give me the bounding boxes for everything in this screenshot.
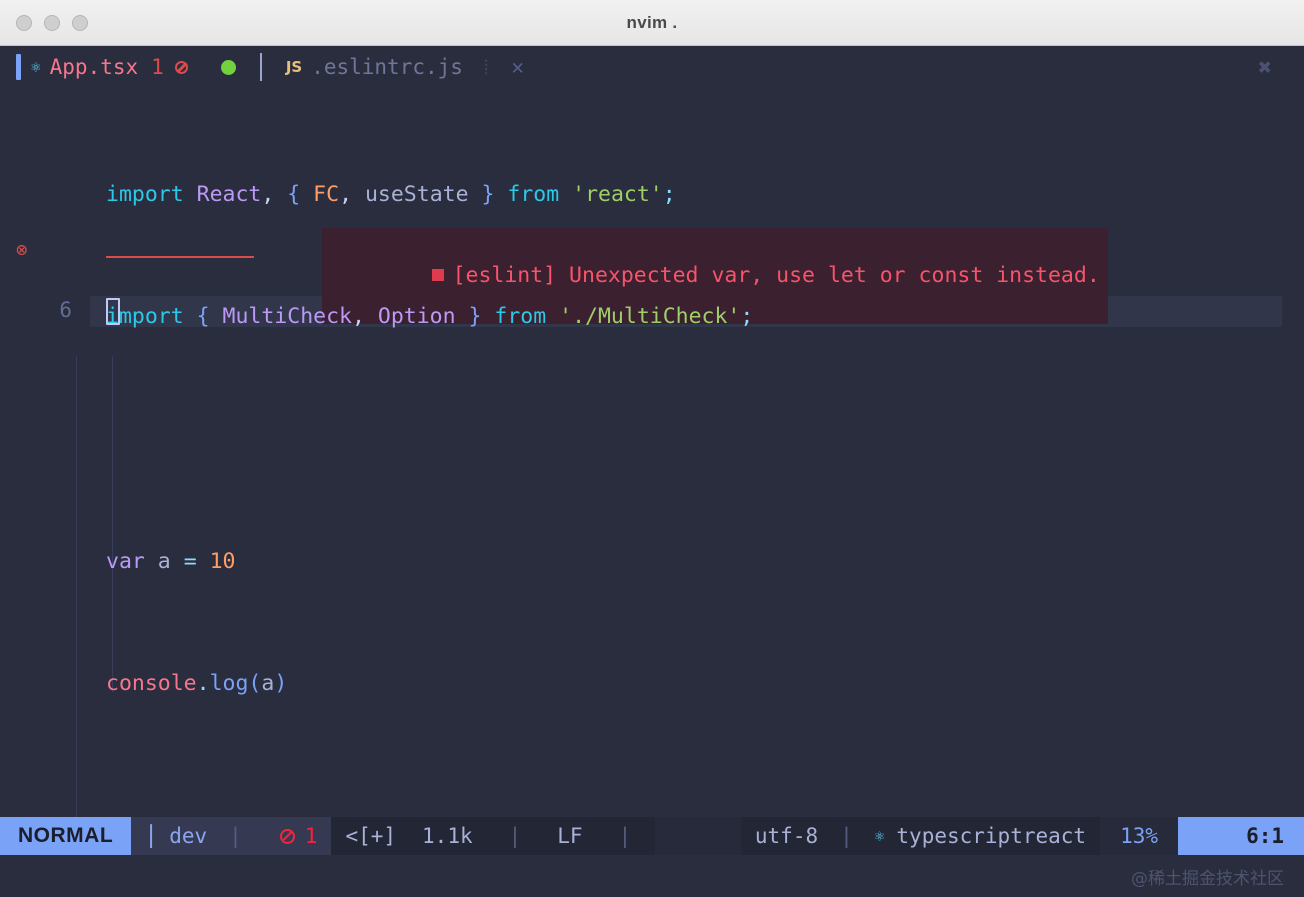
statusline-spacer: [655, 817, 741, 855]
status-divider: |: [840, 824, 853, 848]
error-circle-icon: [279, 828, 295, 844]
diagnostic-count: 1: [304, 824, 318, 848]
tab-separator-icon: ⦙: [483, 55, 489, 79]
status-cursor-position: 6:1: [1178, 817, 1304, 855]
tabline: ⚛ App.tsx 1 JS .eslintrc.js ⦙ ✕ ✖: [0, 46, 1304, 88]
code-line: import React, { FC, useState } from 'rea…: [106, 181, 676, 207]
tab-eslintrc-js[interactable]: JS .eslintrc.js ⦙ ✕: [276, 46, 534, 88]
tab-label: App.tsx: [49, 55, 139, 79]
modified-dot-icon: [220, 59, 236, 75]
tab-diagnostic-count: 1: [151, 55, 164, 79]
branch-name: dev: [169, 824, 208, 848]
code-line: var a = 10: [106, 548, 236, 574]
js-icon: JS: [285, 58, 303, 76]
editor-root: ⚛ App.tsx 1 JS .eslintrc.js ⦙ ✕ ✖ ⊗ 6 [e…: [0, 46, 1304, 897]
nvim-window: nvim . ⚛ App.tsx 1 JS .eslintrc.js ⦙ ✕ ✖: [0, 0, 1304, 897]
code-area[interactable]: ⊗ 6 [eslint] Unexpected var, use let or …: [0, 88, 1304, 844]
status-progress: 13%: [1100, 817, 1178, 855]
status-divider: |: [618, 824, 632, 848]
status-branch[interactable]: ⎮ dev |: [131, 817, 266, 855]
react-icon: ⚛: [874, 826, 885, 845]
error-circle-icon: [174, 60, 188, 74]
statusline: NORMAL ⎮ dev | 1 <[+] 1.1k | LF | utf-8 …: [0, 817, 1304, 855]
status-mode: NORMAL: [0, 817, 132, 855]
tab-app-tsx[interactable]: ⚛ App.tsx 1: [21, 46, 246, 88]
watermark: @稀土掘金技术社区: [1131, 869, 1284, 889]
filetype-name: typescriptreact: [896, 824, 1087, 848]
status-divider: |: [508, 824, 522, 848]
code-line: console.log(a): [106, 671, 288, 697]
file-size: 1.1k: [422, 824, 473, 848]
close-icon[interactable]: ✕: [511, 55, 524, 79]
window-title: nvim .: [626, 12, 678, 32]
status-divider: |: [229, 824, 242, 848]
code-lines: import React, { FC, useState } from 'rea…: [0, 88, 1304, 844]
status-file-info: <[+] 1.1k | LF |: [331, 817, 656, 855]
line-ending: LF: [557, 824, 583, 848]
code-line: import { MultiCheck, Option } from './Mu…: [106, 304, 754, 330]
window-titlebar: nvim .: [0, 0, 1304, 46]
close-all-icon[interactable]: ✖: [1258, 55, 1272, 81]
status-diagnostics[interactable]: 1: [265, 817, 332, 855]
react-icon: ⚛: [31, 57, 41, 76]
encoding: utf-8: [754, 824, 819, 848]
tab-label: .eslintrc.js: [311, 55, 463, 79]
git-branch-icon: ⎮: [145, 824, 158, 848]
file-flag: <[+]: [345, 824, 397, 848]
status-filetype: utf-8 | ⚛ typescriptreact: [740, 817, 1101, 855]
tab-divider: [259, 53, 262, 81]
